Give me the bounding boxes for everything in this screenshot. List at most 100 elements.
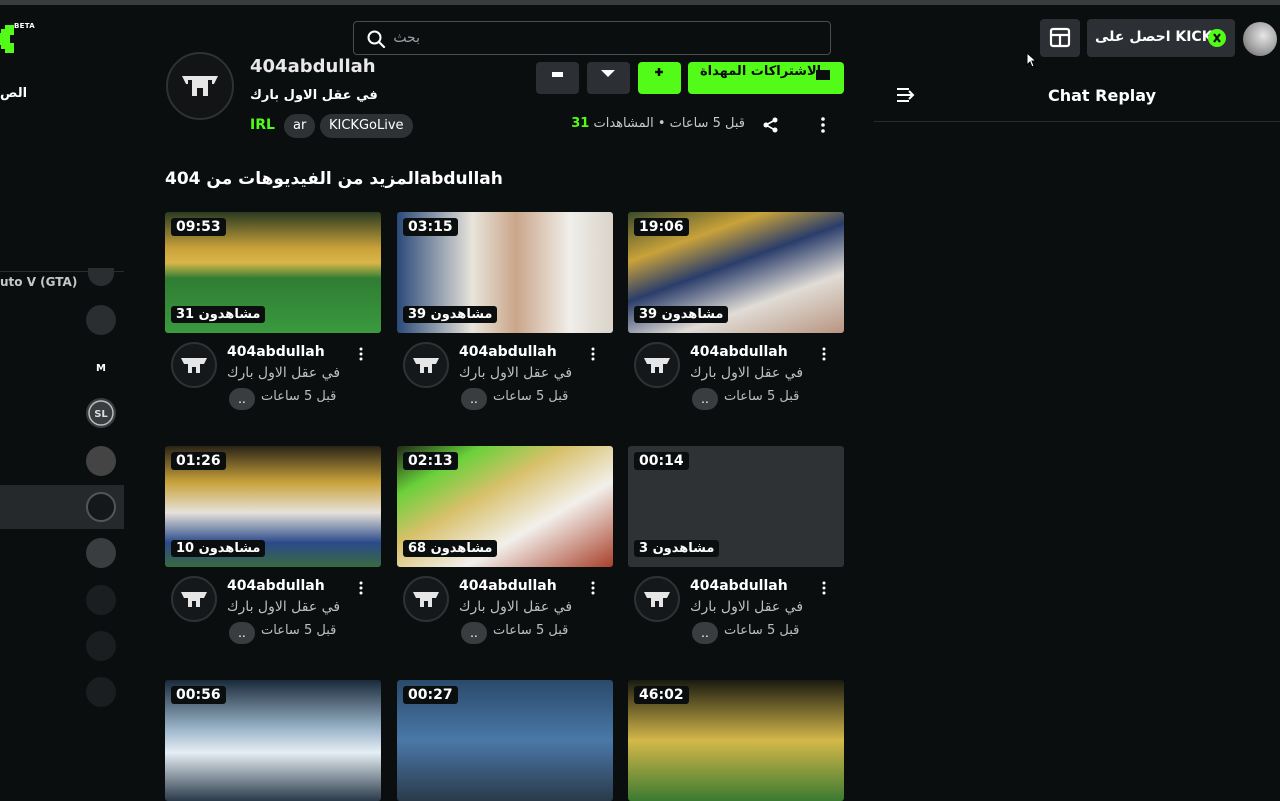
sidebar-channel-avatar[interactable] [88,268,114,286]
video-duration: 09:53 [171,218,226,236]
more-options-icon[interactable] [816,116,830,134]
layout-toggle-button[interactable] [1040,19,1080,57]
plus-icon [655,68,663,76]
sidebar-channel-avatar[interactable] [86,677,116,707]
video-more-options-icon[interactable] [589,580,597,596]
video-time-ago: قبل 5 ساعات [261,623,337,638]
mouse-cursor-icon [1026,52,1038,68]
video-channel-avatar[interactable] [403,576,449,622]
follow-button[interactable] [638,62,681,94]
video-title[interactable]: في عقل الاول بارك [690,599,804,615]
kick-logo-icon[interactable] [0,25,14,53]
sidebar-channel-avatar[interactable] [86,585,116,615]
get-kicks-button[interactable]: احصل على KICKs [1087,19,1235,57]
get-kicks-label: احصل على KICKs [1095,29,1221,45]
video-duration: 00:27 [403,686,458,704]
video-thumbnail[interactable]: 00:56 [165,680,381,801]
video-channel-name[interactable]: 404abdullah [459,344,557,360]
video-title[interactable]: في عقل الاول بارك [690,365,804,381]
video-thumbnail[interactable]: 03:15 39 مشاهدون [397,212,613,333]
video-time-ago: قبل 5 ساعات [493,389,569,404]
svg-text:M: M [96,363,106,374]
video-title[interactable]: في عقل الاول بارك [227,599,341,615]
tag-chip[interactable]: ar [284,114,316,138]
video-thumbnail[interactable]: 09:53 31 مشاهدون [165,212,381,333]
video-more-options-icon[interactable] [820,580,828,596]
video-thumbnail[interactable]: 01:26 10 مشاهدون [165,446,381,567]
video-title[interactable]: في عقل الاول بارك [227,365,341,381]
video-tag-chip[interactable]: .. [692,388,718,410]
gift-subscriptions-button[interactable]: الاشتراكات المهداة [688,62,844,94]
video-more-options-icon[interactable] [357,580,365,596]
channel-name[interactable]: 404abdullah [250,56,376,77]
sidebar-channel-avatar[interactable] [86,538,116,568]
video-duration: 46:02 [634,686,689,704]
collapse-chat-icon[interactable] [896,86,916,104]
video-view-count: 3 مشاهدون [634,540,720,557]
chat-replay-title: Chat Replay [1048,86,1156,105]
video-channel-avatar[interactable] [634,342,680,388]
video-view-count: 39 مشاهدون [634,306,729,323]
video-thumbnail[interactable]: 46:02 [628,680,844,801]
category-link[interactable]: IRL [250,117,275,133]
video-thumbnail[interactable]: 02:13 68 مشاهدون [397,446,613,567]
video-tag-chip[interactable]: .. [229,622,255,644]
video-tag-chip[interactable]: .. [692,622,718,644]
video-channel-name[interactable]: 404abdullah [227,578,325,594]
video-tag-chip[interactable]: .. [461,388,487,410]
video-channel-name[interactable]: 404abdullah [459,578,557,594]
tag-chip[interactable]: KICKGoLive [320,114,413,138]
video-duration: 00:56 [171,686,226,704]
search-input[interactable]: بحث [353,21,831,55]
video-more-options-icon[interactable] [820,346,828,362]
beta-badge: BETA [14,22,35,30]
views-count: 31 [571,116,590,131]
favorite-button[interactable] [587,62,630,94]
kicks-coin-icon [1208,29,1226,47]
video-tag-chip[interactable]: .. [461,622,487,644]
channel-logo-icon [182,76,218,96]
video-view-count: 10 مشاهدون [171,540,266,557]
video-duration: 03:15 [403,218,458,236]
video-channel-avatar[interactable] [634,576,680,622]
search-icon [367,30,386,49]
video-channel-avatar[interactable] [171,342,217,388]
sidebar-channel-avatar[interactable]: M [86,352,116,382]
views-label: المشاهدات [593,116,654,131]
sidebar-channel-avatar[interactable]: SL [86,398,116,428]
sidebar-channel-avatar[interactable] [86,446,116,476]
notifications-button[interactable] [536,62,579,94]
video-channel-name[interactable]: 404abdullah [690,344,788,360]
sidebar-category-label: uto V (GTA) [0,275,78,289]
video-title[interactable]: في عقل الاول بارك [459,365,573,381]
video-more-options-icon[interactable] [357,346,365,362]
search-placeholder: بحث [393,30,420,46]
gift-subscriptions-label: الاشتراكات المهداة [700,64,822,79]
layout-icon [1049,27,1071,48]
video-tag-chip[interactable]: .. [229,388,255,410]
video-thumbnail[interactable]: 00:14 3 مشاهدون [628,446,844,567]
video-time-ago: قبل 5 ساعات [724,389,800,404]
video-channel-name[interactable]: 404abdullah [690,578,788,594]
user-avatar[interactable] [1243,22,1277,56]
video-view-count: 39 مشاهدون [403,306,498,323]
video-more-options-icon[interactable] [589,346,597,362]
video-view-count: 31 مشاهدون [171,306,266,323]
video-channel-name[interactable]: 404abdullah [227,344,325,360]
video-channel-avatar[interactable] [171,576,217,622]
sidebar-channel-avatar[interactable] [86,631,116,661]
heart-icon [601,70,615,77]
video-title[interactable]: في عقل الاول بارك [459,599,573,615]
video-channel-avatar[interactable] [403,342,449,388]
channel-avatar[interactable] [166,52,234,120]
video-duration: 01:26 [171,452,226,470]
gift-icon [816,70,830,80]
svg-text:SL: SL [94,409,108,420]
video-duration: 00:14 [634,452,689,470]
video-thumbnail[interactable]: 19:06 39 مشاهدون [628,212,844,333]
more-videos-heading: المزيد من الفيديوهات من 404abdullah [165,169,503,189]
sidebar-channel-avatar[interactable] [86,492,116,522]
share-icon[interactable] [762,116,780,134]
sidebar-channel-avatar[interactable] [86,305,116,335]
video-thumbnail[interactable]: 00:27 [397,680,613,801]
